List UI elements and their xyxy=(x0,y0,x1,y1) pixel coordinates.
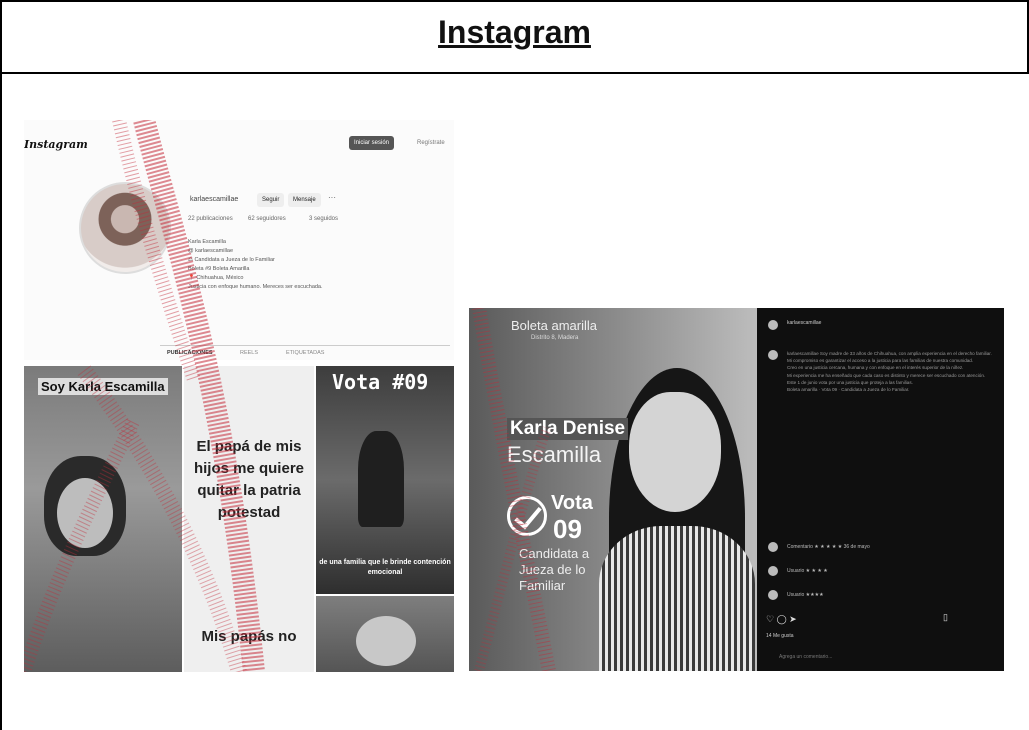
avatar[interactable] xyxy=(768,350,778,360)
candidate-role: Candidata a Jueza de lo Familiar xyxy=(519,546,590,593)
candidate-last-name: Escamilla xyxy=(507,442,602,467)
post-image[interactable]: Boleta amarilla Distrito 8, Madera Karla… xyxy=(469,308,757,671)
posts-count: 22 publicaciones xyxy=(188,216,233,222)
post-quote-bottom: Mis papás no xyxy=(201,628,297,645)
message-button[interactable]: Mensaje xyxy=(288,193,321,207)
post-photo-face xyxy=(57,478,113,548)
login-button[interactable]: Iniciar sesión xyxy=(349,136,395,150)
follow-button[interactable]: Seguir xyxy=(257,193,285,207)
tab-tagged[interactable]: ETIQUETADAS xyxy=(286,350,324,356)
avatar[interactable] xyxy=(768,590,778,600)
tab-reels[interactable]: REELS xyxy=(240,350,258,356)
vote-label: Vota xyxy=(551,492,593,514)
frame-border-left xyxy=(0,0,2,730)
profile-header: Instagram Iniciar sesión Regístrate karl… xyxy=(24,120,454,360)
frame-border-top xyxy=(0,0,1029,2)
comment-text: Usuario ★★★★ xyxy=(787,592,824,598)
candidate-first-name: Karla Denise xyxy=(507,418,629,440)
post-tile[interactable]: Soy Karla Escamilla xyxy=(24,366,182,672)
post-vote-title: Vota #09 xyxy=(332,370,429,394)
poster-title: Boleta amarilla xyxy=(511,318,597,333)
profile-username: karlaescamillae xyxy=(190,196,239,203)
bookmark-icon[interactable]: ▯ xyxy=(943,612,948,623)
post-photo-person xyxy=(358,431,404,527)
profile-bio: Karla Escamilla @ karlaescamillae ⚖ Cand… xyxy=(188,239,323,290)
post-overlay-text: Soy Karla Escamilla xyxy=(38,378,168,395)
poster-subtitle: Distrito 8, Madera xyxy=(531,335,579,341)
instagram-profile-screenshot: Instagram Iniciar sesión Regístrate karl… xyxy=(24,120,454,672)
avatar[interactable] xyxy=(79,182,171,274)
post-caption-body: karlaescamillae Soy madre de 33 años de … xyxy=(787,351,992,393)
post-tile[interactable]: Vota #09 de una familia que le brinde co… xyxy=(316,366,454,594)
document-frame: Instagram Instagram Iniciar sesión Regís… xyxy=(0,0,1029,730)
avatar[interactable] xyxy=(768,566,778,576)
register-link[interactable]: Regístrate xyxy=(412,136,450,150)
check-icon xyxy=(507,496,547,536)
post-caption: de una familia que le brinde contención … xyxy=(319,559,451,576)
avatar[interactable] xyxy=(768,542,778,552)
instagram-logo[interactable]: Instagram xyxy=(24,138,88,151)
comment-text: Comentario ★ ★ ★ ★ ★ 36 de mayo xyxy=(787,544,870,550)
post-tile[interactable] xyxy=(316,596,454,672)
document-title: Instagram xyxy=(438,14,591,50)
tab-posts[interactable]: PUBLICACIONES xyxy=(167,350,213,356)
add-comment-input[interactable]: Agrega un comentario... xyxy=(779,654,832,660)
candidate-photo-shirt xyxy=(599,526,755,671)
vote-number: 09 xyxy=(553,514,582,544)
candidate-photo-face xyxy=(629,392,721,512)
post-author[interactable]: karlaescamillae xyxy=(787,320,821,326)
likes-count[interactable]: 14 Me gusta xyxy=(766,633,794,639)
following-count[interactable]: 3 seguidos xyxy=(309,216,338,222)
avatar[interactable] xyxy=(768,320,778,330)
heart-icon[interactable]: ♡ ◯ ➤ xyxy=(766,614,797,625)
post-quote-text: El papá de mis hijos me quiere quitar la… xyxy=(193,438,305,521)
comment-text: Usuario ★ ★ ★ ★ xyxy=(787,568,828,574)
instagram-post-screenshot: Boleta amarilla Distrito 8, Madera Karla… xyxy=(469,308,1004,671)
tabs-divider xyxy=(160,345,450,346)
post-photo-face xyxy=(356,616,416,666)
more-options-icon[interactable]: ··· xyxy=(328,193,336,202)
header-divider xyxy=(0,72,1029,74)
followers-count[interactable]: 62 seguidores xyxy=(248,216,286,222)
post-tile[interactable]: El papá de mis hijos me quiere quitar la… xyxy=(184,366,314,672)
